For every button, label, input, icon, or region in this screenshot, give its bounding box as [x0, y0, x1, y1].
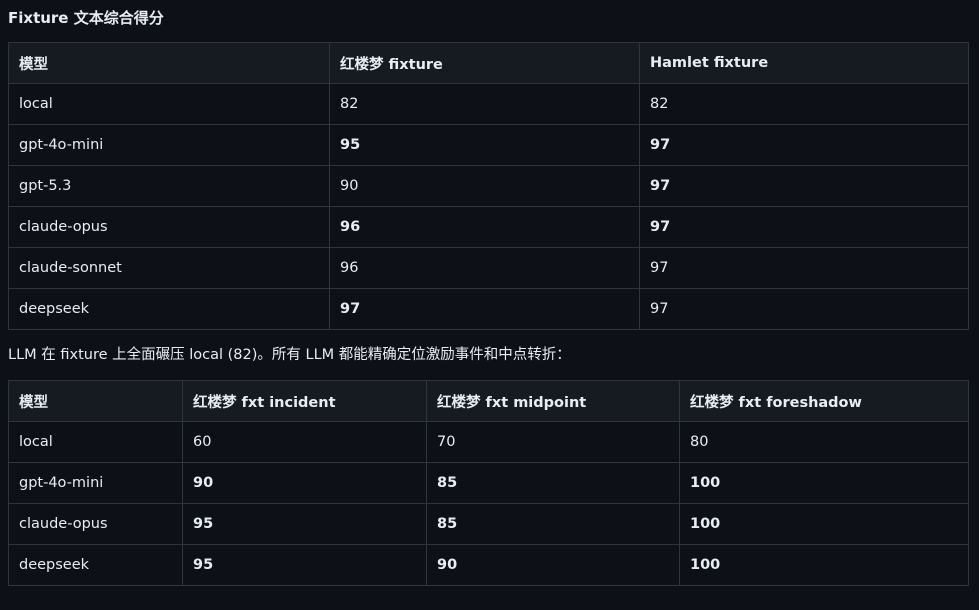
table-cell: 90	[426, 544, 680, 586]
table-cell: 80	[679, 421, 969, 463]
column-header-hamlet-fixture: Hamlet fixture	[639, 42, 969, 84]
column-header-model: 模型	[8, 380, 183, 422]
table-row: claude-opus 96 97	[8, 206, 969, 248]
column-header-fxt-midpoint: 红楼梦 fxt midpoint	[426, 380, 680, 422]
table-cell: 60	[182, 421, 427, 463]
table-cell: 96	[329, 206, 640, 248]
table-row: gpt-5.3 90 97	[8, 165, 969, 207]
table-cell: claude-opus	[8, 503, 183, 545]
column-header-hongloumeng-fixture: 红楼梦 fixture	[329, 42, 640, 84]
table-cell: deepseek	[8, 288, 330, 330]
table-row: gpt-4o-mini 95 97	[8, 124, 969, 166]
column-header-fxt-foreshadow: 红楼梦 fxt foreshadow	[679, 380, 969, 422]
summary-note: LLM 在 fixture 上全面碾压 local (82)。所有 LLM 都能…	[8, 347, 571, 363]
document-page: Fixture 文本综合得分 模型 红楼梦 fixture Hamlet fix…	[8, 0, 969, 586]
table-cell: 85	[426, 462, 680, 504]
table-cell: gpt-5.3	[8, 165, 330, 207]
table-cell: 100	[679, 503, 969, 545]
table-cell: claude-sonnet	[8, 247, 330, 289]
table-cell: 97	[639, 124, 969, 166]
table-cell: gpt-4o-mini	[8, 124, 330, 166]
table-cell: deepseek	[8, 544, 183, 586]
fixture-detail-table: 模型 红楼梦 fxt incident 红楼梦 fxt midpoint 红楼梦…	[8, 380, 969, 586]
table-cell: 97	[639, 206, 969, 248]
table-row: deepseek 95 90 100	[8, 544, 969, 586]
column-header-fxt-incident: 红楼梦 fxt incident	[182, 380, 427, 422]
table-row: deepseek 97 97	[8, 288, 969, 330]
table-row: local 60 70 80	[8, 421, 969, 463]
table-cell: 97	[639, 288, 969, 330]
table-cell: local	[8, 83, 330, 125]
table-cell: 82	[329, 83, 640, 125]
table-header-row: 模型 红楼梦 fixture Hamlet fixture	[8, 42, 969, 84]
table-cell: 97	[639, 165, 969, 207]
table-cell: local	[8, 421, 183, 463]
table-cell: 85	[426, 503, 680, 545]
table-cell: 90	[182, 462, 427, 504]
table-row: local 82 82	[8, 83, 969, 125]
table-cell: 97	[329, 288, 640, 330]
section-heading: Fixture 文本综合得分	[8, 9, 164, 27]
table-cell: 100	[679, 462, 969, 504]
table-row: gpt-4o-mini 90 85 100	[8, 462, 969, 504]
table-cell: 95	[182, 503, 427, 545]
table-row: claude-sonnet 96 97	[8, 247, 969, 289]
table-cell: 82	[639, 83, 969, 125]
table-cell: 97	[639, 247, 969, 289]
table-cell: 100	[679, 544, 969, 586]
table-cell: claude-opus	[8, 206, 330, 248]
table-cell: gpt-4o-mini	[8, 462, 183, 504]
table-header-row: 模型 红楼梦 fxt incident 红楼梦 fxt midpoint 红楼梦…	[8, 380, 969, 422]
table-cell: 95	[182, 544, 427, 586]
table-cell: 70	[426, 421, 680, 463]
column-header-model: 模型	[8, 42, 330, 84]
table-cell: 90	[329, 165, 640, 207]
fixture-score-table: 模型 红楼梦 fixture Hamlet fixture local 82 82 g…	[8, 42, 969, 330]
table-cell: 95	[329, 124, 640, 166]
table-cell: 96	[329, 247, 640, 289]
table-row: claude-opus 95 85 100	[8, 503, 969, 545]
